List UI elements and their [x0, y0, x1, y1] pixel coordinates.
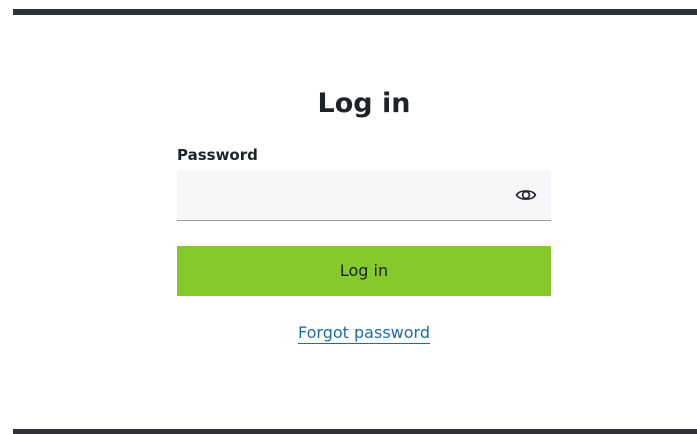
eye-icon-graphic [515, 190, 537, 200]
eye-icon[interactable] [515, 187, 537, 203]
password-field [177, 171, 551, 221]
page-title: Log in [317, 88, 411, 119]
forgot-password-link[interactable]: Forgot password [298, 323, 430, 344]
login-button[interactable]: Log in [177, 246, 551, 296]
password-label: Password [177, 146, 258, 164]
bottom-frame-bar [13, 429, 697, 434]
forgot-password-container: Forgot password [0, 322, 697, 344]
password-input[interactable] [177, 171, 497, 220]
top-frame-bar [13, 9, 697, 15]
